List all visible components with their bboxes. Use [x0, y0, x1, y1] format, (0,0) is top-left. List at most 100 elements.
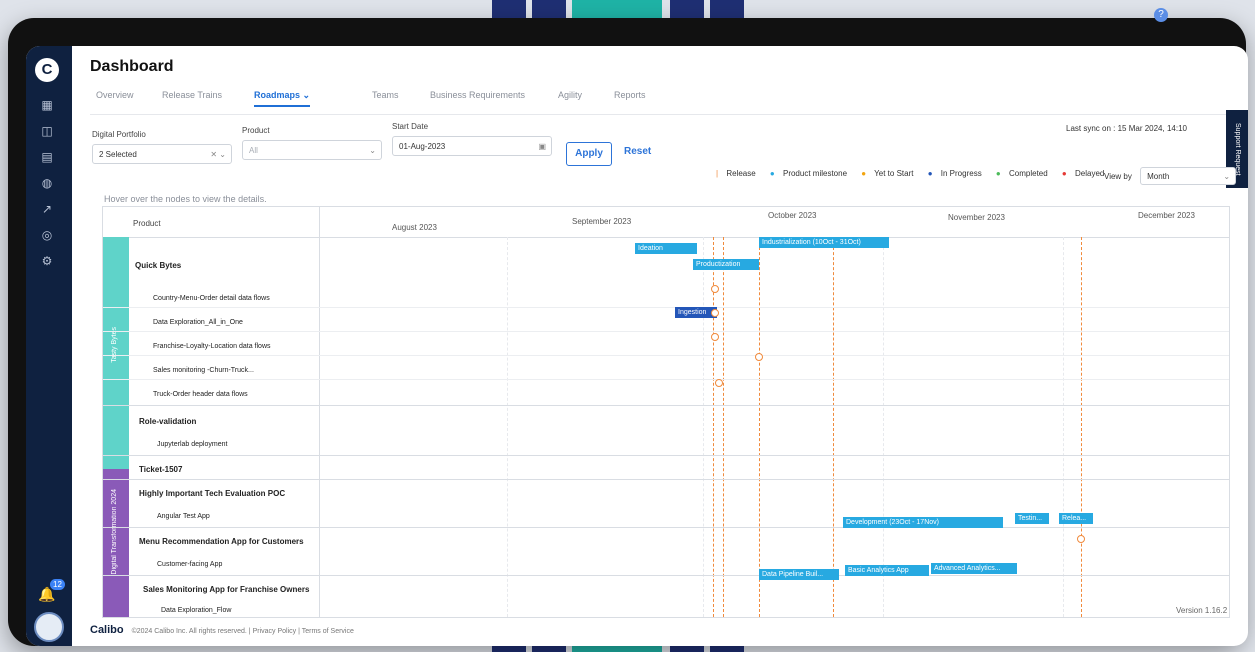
product-select[interactable]: All ⌄: [242, 140, 382, 160]
legend-yet-label: Yet to Start: [874, 169, 914, 178]
row-divider: [103, 307, 1229, 308]
product-row-label[interactable]: Jupyterlab deployment: [157, 441, 227, 448]
milestone-bar[interactable]: Relea...: [1059, 513, 1093, 524]
progress-dot-icon: ●: [927, 169, 933, 178]
product-row-label[interactable]: Menu Recommendation App for Customers: [139, 537, 304, 546]
start-date-value: 01-Aug-2023: [399, 142, 446, 151]
tab-overview[interactable]: Overview: [96, 90, 134, 100]
view-by-select[interactable]: Month ⌄: [1140, 167, 1237, 185]
release-node[interactable]: [1077, 535, 1085, 543]
milestone-bar[interactable]: Ideation: [635, 243, 697, 254]
product-row-label[interactable]: Country-Menu-Order detail data flows: [153, 295, 270, 302]
row-divider: [103, 331, 1229, 332]
footer-brand: Calibo: [90, 624, 124, 636]
privacy-link[interactable]: Privacy Policy: [253, 628, 297, 635]
tab-agility[interactable]: Agility: [558, 90, 582, 100]
dashboard-icon[interactable]: ▦: [39, 98, 55, 112]
product-label: Product: [242, 126, 270, 135]
product-row-label[interactable]: Angular Test App: [157, 513, 210, 520]
last-sync-text: Last sync on : 15 Mar 2024, 14:10: [1066, 124, 1187, 133]
release-node[interactable]: [715, 379, 723, 387]
row-divider: [103, 405, 1229, 406]
roadmap-grid: Product August 2023 September 2023 Octob…: [102, 206, 1230, 618]
release-node[interactable]: [711, 333, 719, 341]
row-divider: [103, 355, 1229, 356]
completed-dot-icon: ●: [995, 169, 1001, 178]
clear-chevron-icon[interactable]: ✕ ⌄: [210, 145, 226, 165]
milestone-bar[interactable]: Testin...: [1015, 513, 1049, 524]
start-date-label: Start Date: [392, 122, 429, 131]
settings-icon[interactable]: ⚙: [39, 254, 55, 268]
legend-release: | Release: [716, 169, 762, 178]
milestone-bar[interactable]: Data Pipeline Buil...: [759, 569, 839, 580]
product-row-label[interactable]: Ticket-1507: [139, 465, 182, 474]
start-date-input[interactable]: 01-Aug-2023 ▣: [392, 136, 552, 156]
tab-roadmaps-label: Roadmaps: [254, 90, 301, 100]
help-icon[interactable]: ?: [1154, 8, 1168, 22]
group-label: Digital Transformation 2024: [111, 489, 118, 575]
product-row-label[interactable]: Quick Bytes: [135, 261, 181, 270]
legend-release-label: Release: [726, 169, 756, 178]
month-label: October 2023: [768, 211, 817, 220]
product-row-label[interactable]: Data Exploration_All_in_One: [153, 319, 243, 326]
people-icon[interactable]: ◍: [39, 176, 55, 190]
portfolio-select[interactable]: 2 Selected ✕ ⌄: [92, 144, 232, 164]
group-band: Tasty Bytes: [103, 237, 129, 469]
product-row-label[interactable]: Truck-Order header data flows: [153, 391, 248, 398]
trend-chart-icon[interactable]: ↗: [39, 202, 55, 216]
product-row-label[interactable]: Sales Monitoring App for Franchise Owner…: [143, 585, 309, 594]
month-gridline: [1063, 237, 1064, 617]
avatar[interactable]: [34, 612, 64, 642]
milestone-bar[interactable]: Industrialization (10Oct - 31Oct): [759, 237, 889, 248]
release-line: [1081, 237, 1082, 617]
legend-progress-label: In Progress: [940, 169, 982, 178]
release-node[interactable]: [711, 285, 719, 293]
row-divider: [103, 379, 1229, 380]
copyright-text: ©2024 Calibo Inc. All rights reserved.: [131, 628, 247, 635]
apply-button[interactable]: Apply: [566, 142, 612, 166]
release-line: [713, 237, 714, 617]
tab-release-trains[interactable]: Release Trains: [162, 90, 222, 100]
tablet-frame: ? C ▦ ◫ ▤ ◍ ↗ ◎ ⚙ 🔔 12 Dashboard Overvie…: [8, 8, 1248, 646]
legend-completed: ● Completed: [996, 169, 1054, 178]
row-divider: [103, 455, 1229, 456]
release-node[interactable]: [711, 309, 719, 317]
milestone-bar[interactable]: Basic Analytics App: [845, 565, 929, 576]
calendar-icon[interactable]: ▣: [538, 137, 546, 157]
users-icon[interactable]: ◎: [39, 228, 55, 242]
milestone-bar[interactable]: Development (23Oct - 17Nov): [843, 517, 1003, 528]
product-row-label[interactable]: Highly Important Tech Evaluation POC: [139, 489, 285, 498]
app-screen: C ▦ ◫ ▤ ◍ ↗ ◎ ⚙ 🔔 12 Dashboard Overview …: [26, 46, 1248, 646]
sidebar: C ▦ ◫ ▤ ◍ ↗ ◎ ⚙ 🔔 12: [26, 46, 72, 646]
tab-business-requirements[interactable]: Business Requirements: [430, 90, 525, 100]
milestone-bar[interactable]: Productization: [693, 259, 759, 270]
timeline-header: August 2023 September 2023 October 2023 …: [319, 207, 1229, 238]
reset-button[interactable]: Reset: [624, 146, 651, 157]
footer: Calibo ©2024 Calibo Inc. All rights rese…: [90, 624, 354, 636]
view-by-label: View by: [1104, 172, 1132, 181]
row-divider: [103, 479, 1229, 480]
product-row-label[interactable]: Franchise-Loyalty-Location data flows: [153, 343, 271, 350]
legend-delayed-label: Delayed: [1075, 169, 1105, 178]
product-row-label[interactable]: Customer-facing App: [157, 561, 222, 568]
tab-teams[interactable]: Teams: [372, 90, 399, 100]
chevron-down-icon: ⌄: [302, 90, 311, 100]
product-placeholder: All: [249, 146, 258, 155]
product-row-label[interactable]: Data Exploration_Flow: [161, 607, 231, 614]
product-row-label[interactable]: Sales monitoring -Churn-Truck...: [153, 367, 254, 374]
portfolio-value: 2 Selected: [99, 150, 137, 159]
app-logo-icon[interactable]: C: [35, 58, 59, 82]
tab-roadmaps[interactable]: Roadmaps ⌄: [254, 90, 311, 107]
delayed-dot-icon: ●: [1061, 169, 1067, 178]
product-column: Tasty Bytes Digital Transformation 2024: [103, 237, 320, 617]
release-node[interactable]: [755, 353, 763, 361]
briefcase-icon[interactable]: ◫: [39, 124, 55, 138]
chevron-down-icon: ⌄: [369, 146, 376, 155]
page-title: Dashboard: [90, 58, 174, 75]
milestone-bar[interactable]: Advanced Analytics...: [931, 563, 1017, 574]
tab-reports[interactable]: Reports: [614, 90, 646, 100]
terms-link[interactable]: Terms of Service: [302, 628, 354, 635]
document-icon[interactable]: ▤: [39, 150, 55, 164]
product-row-label[interactable]: Role-validation: [139, 417, 196, 426]
legend-milestone: ● Product milestone: [770, 169, 853, 178]
